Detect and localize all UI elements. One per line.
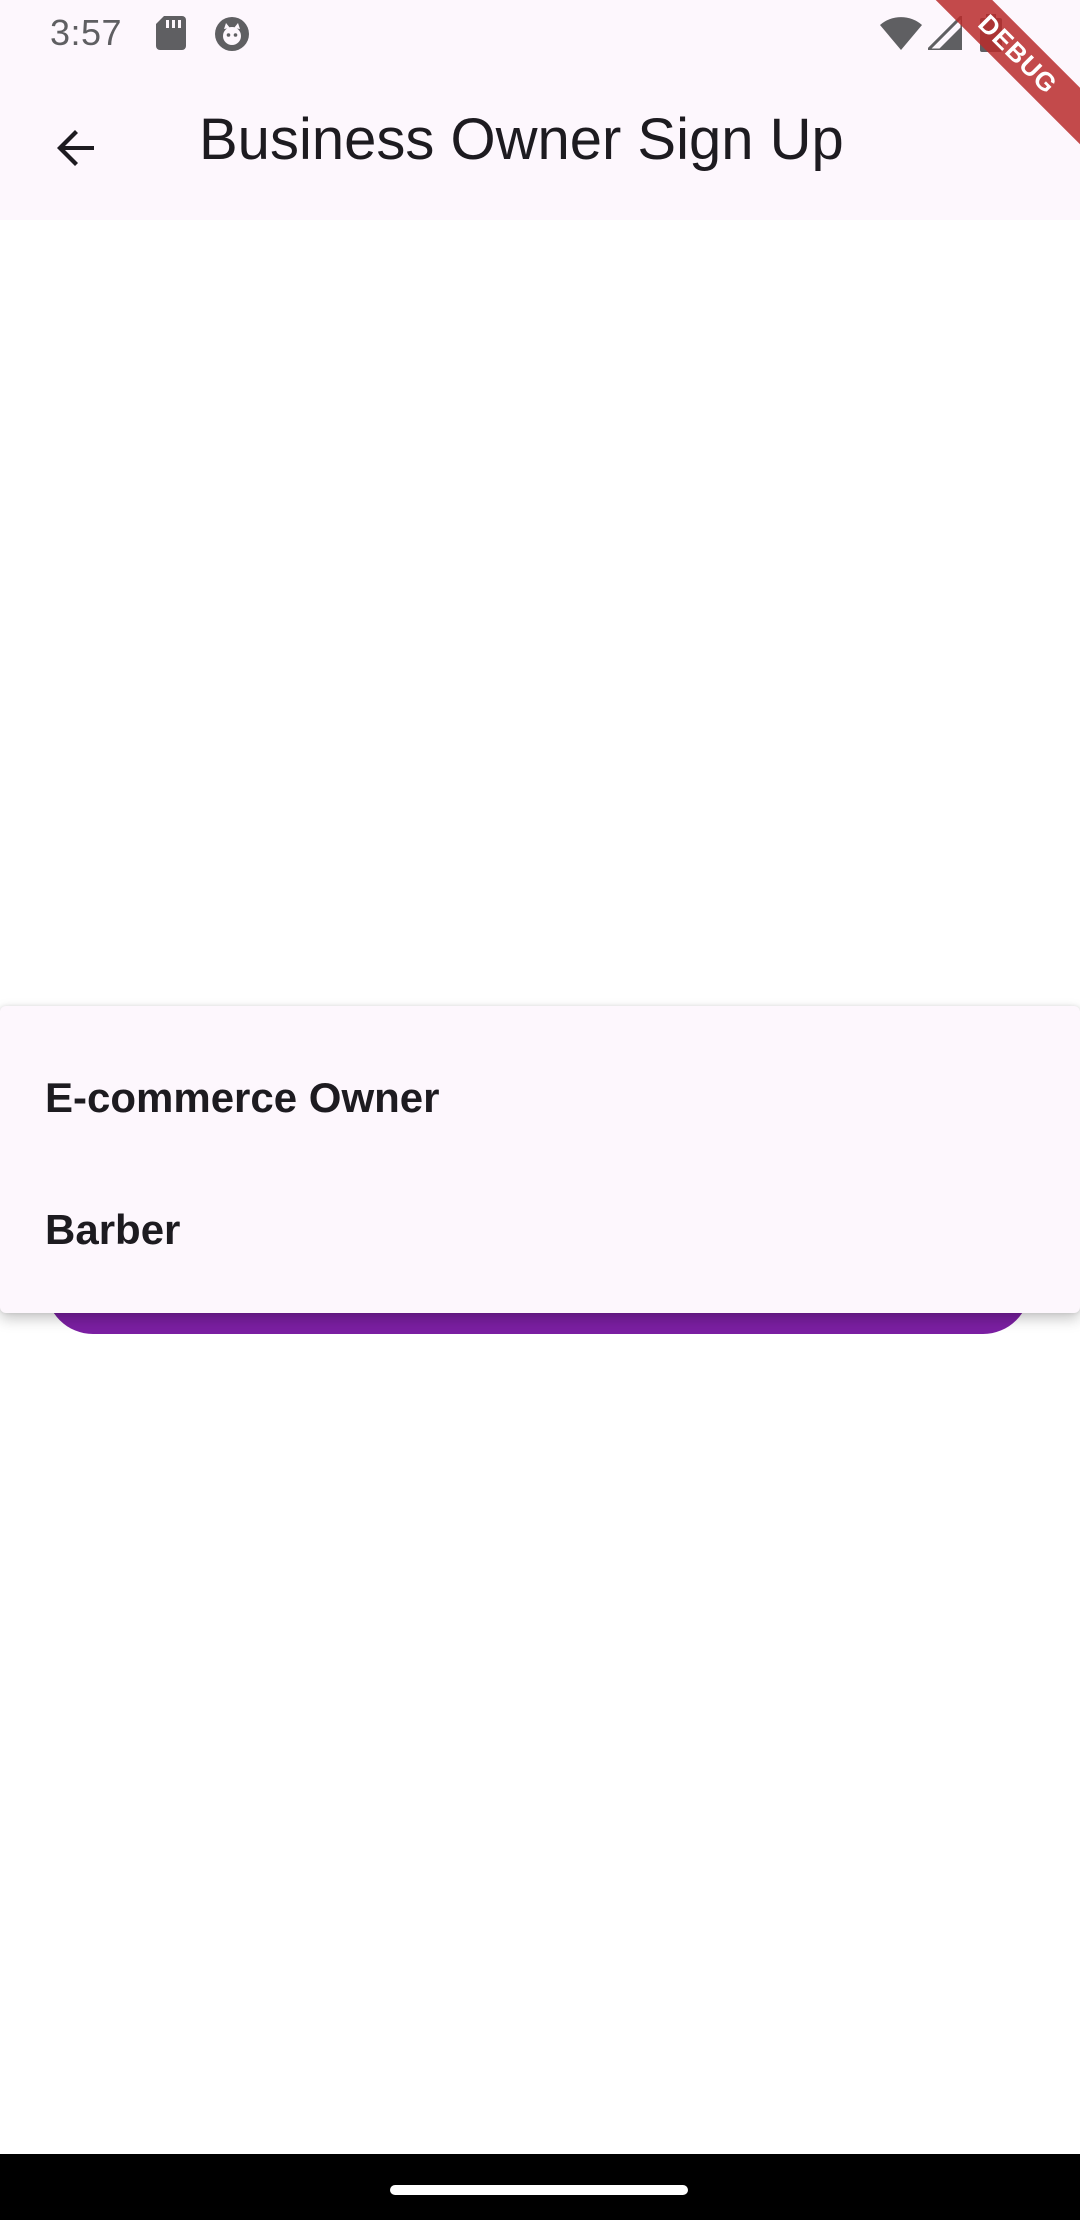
sd-card-icon [156, 16, 186, 55]
arrow-back-icon [52, 124, 100, 177]
home-gesture-handle[interactable] [390, 2185, 688, 2195]
wifi-icon [880, 16, 922, 55]
app-notification-icon [214, 16, 250, 57]
battery-icon [980, 14, 1002, 57]
menu-item-label: Barber [45, 1206, 181, 1253]
menu-item-label: E-commerce Owner [45, 1074, 440, 1121]
back-button[interactable] [36, 110, 116, 190]
screen: 3:57 Business Owner Sign Up DEBUG E-comm… [0, 0, 1080, 2220]
app-bar: Business Owner Sign Up [0, 66, 1080, 220]
page-title: Business Owner Sign Up [199, 107, 844, 172]
dropdown-menu: E-commerce Owner Barber [0, 1006, 1080, 1313]
signal-icon [924, 12, 964, 55]
menu-item-ecommerce-owner[interactable]: E-commerce Owner [0, 1032, 1080, 1164]
menu-item-barber[interactable]: Barber [0, 1164, 1080, 1296]
status-time: 3:57 [50, 12, 123, 53]
system-nav-bar [0, 2154, 1080, 2220]
status-bar: 3:57 [0, 0, 1080, 66]
